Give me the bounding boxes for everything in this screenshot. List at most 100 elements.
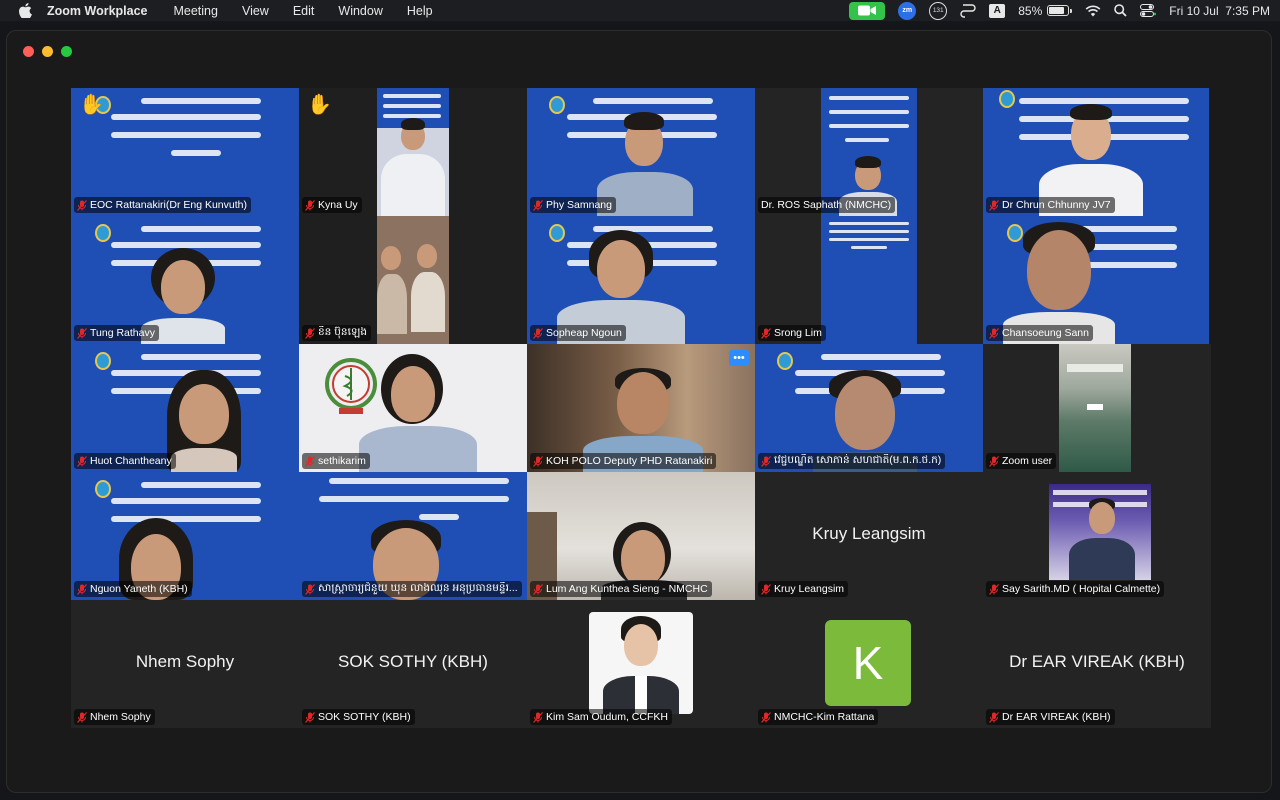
participant-tile[interactable]: Sopheap Ngoun (527, 216, 755, 344)
participant-name-tag: សាស្រ្តាចារ្យជំនួយ ឃុន លាងឈុន អនុប្រធានម… (302, 581, 522, 597)
participant-display-name: SOK SOTHY (KBH) (338, 652, 488, 671)
window-controls (23, 46, 72, 57)
participant-tile[interactable]: ••• KOH POLO Deputy PHD Ratanakiri (527, 344, 755, 472)
menu-window[interactable]: Window (338, 4, 382, 18)
mic-muted-icon (305, 583, 315, 595)
menubar-clock[interactable]: Fri 10 Jul 7:35 PM (1169, 4, 1270, 18)
participant-tile[interactable]: sethikarim (299, 344, 527, 472)
participant-name-tag: Kim Sam Oudum, CCFKH (530, 709, 672, 725)
participant-video (821, 216, 917, 344)
participant-tile[interactable]: Tung Rathavy (71, 216, 299, 344)
participant-name-tag: វេជ្ជបណ្ឌិត សោភាន់ សហជាតិ(ម.ព.ក.ថ.ក) (758, 453, 946, 469)
participant-tile[interactable]: Say Sarith.MD ( Hopital Calmette) (983, 472, 1211, 600)
mic-muted-icon (77, 327, 87, 339)
participant-name-tag: Kyna Uy (302, 197, 362, 213)
participant-name-tag: KOH POLO Deputy PHD Ratanakiri (530, 453, 717, 469)
mic-muted-icon (305, 711, 315, 723)
zoom-meeting-window: ✋ EOC Rattanakiri(Dr Eng Kunvuth) ✋ Kyna… (6, 30, 1272, 793)
more-options-button[interactable]: ••• (729, 350, 749, 366)
zoom-status-icon[interactable]: zm (898, 0, 917, 21)
participant-tile[interactable]: ✋ EOC Rattanakiri(Dr Eng Kunvuth) (71, 88, 299, 216)
spotlight-search-icon[interactable] (1114, 0, 1127, 21)
close-window-button[interactable] (23, 46, 34, 57)
ministry-emblem-icon (323, 354, 379, 418)
raised-hand-icon: ✋ (307, 94, 332, 116)
participant-name-tag: Huot Chantheany (74, 453, 176, 469)
participant-name-tag: Lum Ang Kunthea Sieng - NMCHC (530, 581, 712, 597)
battery-icon (1047, 5, 1070, 16)
script-icon[interactable] (960, 0, 976, 21)
mic-muted-icon (533, 711, 543, 723)
participant-video (377, 216, 449, 344)
participant-tile[interactable]: Zoom user (983, 344, 1211, 472)
mic-muted-icon (305, 455, 315, 467)
participant-tile[interactable]: K NMCHC-Kim Rattana (755, 600, 983, 728)
participant-name-tag: EOC Rattanakiri(Dr Eng Kunvuth) (74, 197, 251, 213)
participant-tile[interactable]: Nguon Yaneth (KBH) (71, 472, 299, 600)
mic-muted-icon (989, 583, 999, 595)
participant-tile[interactable]: Dr Chrun Chhunny JV7 (983, 88, 1211, 216)
participant-tile[interactable]: SOK SOTHY (KBH) SOK SOTHY (KBH) (299, 600, 527, 728)
participant-tile[interactable]: Nhem Sophy Nhem Sophy (71, 600, 299, 728)
input-source-icon[interactable]: A (989, 0, 1006, 21)
minimize-window-button[interactable] (42, 46, 53, 57)
mic-muted-icon (989, 199, 999, 211)
participant-tile[interactable]: Kruy Leangsim Kruy Leangsim (755, 472, 983, 600)
participant-tile[interactable]: ✋ Kyna Uy (299, 88, 527, 216)
participant-name-tag: sethikarim (302, 453, 370, 469)
mic-muted-icon (761, 583, 771, 595)
participant-video (1059, 344, 1131, 472)
mic-muted-icon (533, 583, 543, 595)
menu-help[interactable]: Help (407, 4, 433, 18)
mic-muted-icon (77, 583, 87, 595)
participant-tile[interactable]: Srong Lim (755, 216, 983, 344)
mic-muted-icon (989, 711, 999, 723)
participant-display-name: Dr EAR VIREAK (KBH) (1009, 652, 1185, 671)
participant-name-tag: SOK SOTHY (KBH) (302, 709, 415, 725)
macos-menubar: Zoom Workplace Meeting View Edit Window … (0, 0, 1280, 21)
participant-tile[interactable]: វេជ្ជបណ្ឌិត សោភាន់ សហជាតិ(ម.ព.ក.ថ.ក) (755, 344, 983, 472)
participant-name-tag: Say Sarith.MD ( Hopital Calmette) (986, 581, 1165, 597)
mic-muted-icon (305, 327, 315, 339)
wifi-icon[interactable] (1085, 0, 1101, 21)
notification-badge-icon[interactable]: 131 (929, 0, 948, 21)
participant-name-tag: Sopheap Ngoun (530, 325, 626, 341)
battery-status[interactable]: 85% (1018, 3, 1073, 18)
video-camera-status-icon[interactable] (849, 0, 886, 21)
participant-tile[interactable]: Dr. ROS Saphath (NMCHC) (755, 88, 983, 216)
participant-tile[interactable]: សាស្រ្តាចារ្យជំនួយ ឃុន លាងឈុន អនុប្រធានម… (299, 472, 527, 600)
participant-tile[interactable]: Lum Ang Kunthea Sieng - NMCHC (527, 472, 755, 600)
zoom-window-button[interactable] (61, 46, 72, 57)
mic-muted-icon (989, 327, 999, 339)
mic-muted-icon (533, 199, 543, 211)
menu-view[interactable]: View (242, 4, 269, 18)
participant-avatar (589, 612, 693, 714)
participant-name-tag: Tung Rathavy (74, 325, 159, 341)
participant-tile[interactable]: Huot Chantheany (71, 344, 299, 472)
participant-name-tag: Phy Samnang (530, 197, 616, 213)
participant-name-tag: Dr Chrun Chhunny JV7 (986, 197, 1115, 213)
control-center-icon[interactable] (1140, 0, 1157, 21)
mic-muted-icon (305, 199, 315, 211)
menu-meeting[interactable]: Meeting (173, 4, 217, 18)
participant-name-tag: Nguon Yaneth (KBH) (74, 581, 192, 597)
menu-edit[interactable]: Edit (293, 4, 315, 18)
participant-name-tag: Nhem Sophy (74, 709, 155, 725)
participant-tile[interactable]: ខិន ប៊ុនឡេង (299, 216, 527, 344)
participant-initial-avatar: K (825, 620, 911, 706)
app-menu[interactable]: Zoom Workplace (47, 4, 147, 18)
mic-muted-icon (77, 199, 87, 211)
participant-tile[interactable]: Phy Samnang (527, 88, 755, 216)
participant-display-name: Kruy Leangsim (812, 524, 926, 543)
participant-tile[interactable]: Chansoeung Sann (983, 216, 1211, 344)
participant-name-tag: Srong Lim (758, 325, 826, 341)
participant-name-tag: Dr EAR VIREAK (KBH) (986, 709, 1115, 725)
participant-display-name: Nhem Sophy (135, 652, 235, 671)
participant-tile[interactable]: Dr EAR VIREAK (KBH) Dr EAR VIREAK (KBH) (983, 600, 1211, 728)
participant-video (377, 88, 449, 216)
apple-icon[interactable] (17, 3, 33, 19)
raised-hand-icon: ✋ (79, 94, 104, 116)
participant-name-tag: ខិន ប៊ុនឡេង (302, 325, 372, 341)
participant-tile[interactable]: Kim Sam Oudum, CCFKH (527, 600, 755, 728)
battery-percent: 85% (1018, 3, 1043, 18)
